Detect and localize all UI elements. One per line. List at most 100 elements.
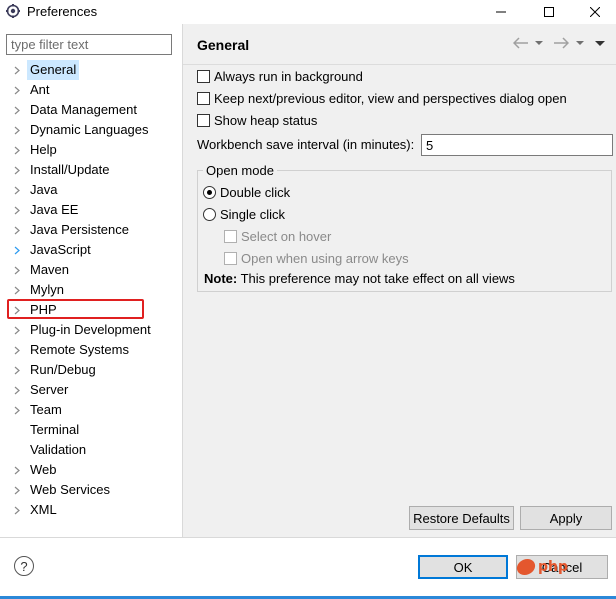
checkbox-box[interactable] — [197, 69, 210, 83]
chevron-down-icon[interactable] — [535, 37, 543, 49]
radio-label: Single click — [220, 206, 286, 222]
close-button[interactable] — [572, 0, 616, 24]
title-bar: Preferences — [0, 0, 616, 24]
tree-item-install-update[interactable]: Install/Update — [0, 160, 182, 180]
checkbox-box[interactable] — [197, 113, 210, 127]
chevron-right-icon[interactable] — [11, 200, 23, 220]
cancel-button[interactable]: Cancel — [516, 555, 608, 579]
tree-item-team[interactable]: Team — [0, 400, 182, 420]
chevron-right-icon[interactable] — [11, 320, 23, 340]
minimize-button[interactable] — [478, 0, 524, 24]
restore-defaults-button[interactable]: Restore Defaults — [409, 506, 514, 530]
tree-item-label: Web Services — [30, 482, 110, 497]
help-button[interactable]: ? — [14, 556, 34, 576]
view-menu-icon[interactable] — [595, 37, 605, 49]
help-icon: ? — [20, 558, 28, 574]
maximize-icon — [544, 7, 554, 17]
note-body: This preference may not take effect on a… — [237, 271, 515, 286]
note-text: Note: This preference may not take effec… — [204, 271, 515, 286]
tree-item-label: Dynamic Languages — [30, 122, 149, 137]
radio-button[interactable] — [203, 207, 216, 221]
chevron-right-icon[interactable] — [11, 140, 23, 160]
chevron-right-icon[interactable] — [11, 280, 23, 300]
single-click-radio[interactable]: Single click — [203, 204, 285, 224]
tree-item-run-debug[interactable]: Run/Debug — [0, 360, 182, 380]
tree-item-ant[interactable]: Ant — [0, 80, 182, 100]
chevron-right-icon[interactable] — [11, 460, 23, 480]
tree-item-label: Validation — [30, 442, 87, 457]
tree-item-terminal[interactable]: Terminal — [0, 420, 182, 440]
chevron-right-icon[interactable] — [11, 100, 23, 120]
tree-item-label: Plug-in Development — [30, 322, 151, 337]
chevron-right-icon[interactable] — [11, 260, 23, 280]
checkbox-box — [224, 251, 237, 265]
tree-item-javascript[interactable]: JavaScript — [0, 240, 182, 260]
chevron-right-icon[interactable] — [11, 480, 23, 500]
tree-item-web-services[interactable]: Web Services — [0, 480, 182, 500]
chevron-right-icon[interactable] — [11, 300, 23, 320]
apply-button[interactable]: Apply — [520, 506, 612, 530]
preference-tree-panel: General Ant Data Management Dynamic Languag… — [0, 30, 182, 536]
chevron-right-icon[interactable] — [11, 340, 23, 360]
checkbox-box — [224, 229, 237, 243]
radio-button[interactable] — [203, 185, 216, 199]
close-icon — [590, 7, 600, 17]
save-interval-label: Workbench save interval (in minutes): — [197, 137, 415, 152]
save-interval-input[interactable] — [421, 134, 613, 156]
tree-item-php[interactable]: PHP — [0, 300, 182, 320]
tree-item-server[interactable]: Server — [0, 380, 182, 400]
chevron-right-icon[interactable] — [11, 120, 23, 140]
chevron-right-icon[interactable] — [11, 500, 23, 520]
tree-item-java[interactable]: Java — [0, 180, 182, 200]
maximize-button[interactable] — [526, 0, 572, 24]
checkbox-label: Keep next/previous editor, view and pers… — [214, 90, 567, 106]
ok-button[interactable]: OK — [418, 555, 508, 579]
page-title: General — [197, 37, 250, 53]
tree-item-validation[interactable]: Validation — [0, 440, 182, 460]
tree-item-remote-systems[interactable]: Remote Systems — [0, 340, 182, 360]
tree-item-web[interactable]: Web — [0, 460, 182, 480]
chevron-right-icon[interactable] — [11, 180, 23, 200]
chevron-right-icon[interactable] — [11, 240, 23, 260]
double-click-radio[interactable]: Double click — [203, 182, 290, 202]
tree-item-label: Java EE — [30, 202, 79, 217]
chevron-right-icon[interactable] — [11, 400, 23, 420]
tree-item-mylyn[interactable]: Mylyn — [0, 280, 182, 300]
tree-item-label: Run/Debug — [30, 362, 96, 377]
show-heap-status-checkbox[interactable]: Show heap status — [197, 110, 317, 130]
tree-item-maven[interactable]: Maven — [0, 260, 182, 280]
tree-item-java-persistence[interactable]: Java Persistence — [0, 220, 182, 240]
tree-item-label: Maven — [30, 262, 70, 277]
chevron-down-icon[interactable] — [576, 37, 584, 49]
note-prefix: Note: — [204, 271, 238, 286]
chevron-right-icon[interactable] — [11, 380, 23, 400]
forward-arrow-icon[interactable] — [553, 37, 569, 49]
chevron-right-icon[interactable] — [11, 360, 23, 380]
tree-item-xml[interactable]: XML — [0, 500, 182, 520]
chevron-right-icon[interactable] — [11, 160, 23, 180]
filter-input[interactable] — [6, 34, 172, 55]
preferences-window: Preferences General Ant Data Management Dyn… — [0, 0, 616, 599]
tree-item-dynamic-languages[interactable]: Dynamic Languages — [0, 120, 182, 140]
tree-item-label: Install/Update — [30, 162, 110, 177]
select-on-hover-checkbox: Select on hover — [224, 226, 331, 246]
tree-item-help[interactable]: Help — [0, 140, 182, 160]
chevron-right-icon[interactable] — [11, 80, 23, 100]
tree-item-data-management[interactable]: Data Management — [0, 100, 182, 120]
tree-item-label: Help — [30, 142, 57, 157]
tree-item-plug-in-development[interactable]: Plug-in Development — [0, 320, 182, 340]
checkbox-label: Select on hover — [241, 228, 332, 244]
tree-item-java-ee[interactable]: Java EE — [0, 200, 182, 220]
keep-next-previous-checkbox[interactable]: Keep next/previous editor, view and pers… — [197, 88, 567, 108]
always-run-background-checkbox[interactable]: Always run in background — [197, 66, 363, 86]
chevron-right-icon[interactable] — [11, 60, 23, 80]
checkbox-box[interactable] — [197, 91, 210, 105]
tree-item-general[interactable]: General — [0, 60, 182, 80]
tree-item-label: Remote Systems — [30, 342, 129, 357]
open-mode-title: Open mode — [203, 163, 277, 178]
chevron-right-icon[interactable] — [11, 220, 23, 240]
back-arrow-icon[interactable] — [513, 37, 529, 49]
app-icon — [6, 4, 20, 18]
tree-item-label: XML — [30, 502, 57, 517]
checkbox-label: Always run in background — [214, 68, 363, 84]
